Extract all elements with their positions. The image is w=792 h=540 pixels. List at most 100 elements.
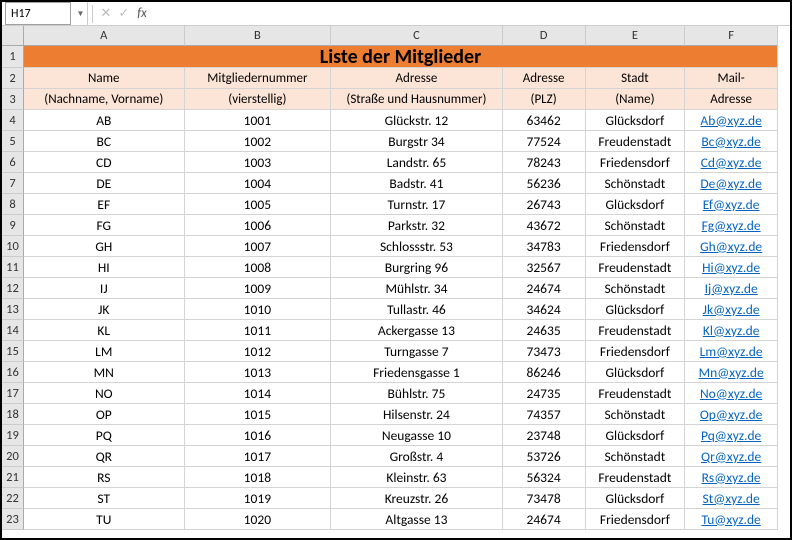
cell-name[interactable]: DE	[24, 173, 185, 194]
cell-plz[interactable]: 34783	[503, 236, 586, 257]
cell-name[interactable]: LM	[24, 341, 185, 362]
column-header[interactable]: B	[185, 26, 332, 46]
cell-number[interactable]: 1003	[185, 152, 332, 173]
cell-name[interactable]: FG	[24, 215, 185, 236]
mail-link[interactable]: St@xyz.de	[703, 490, 760, 507]
cell-number[interactable]: 1004	[185, 173, 332, 194]
cell-address[interactable]: Kreuzstr. 26	[331, 488, 503, 509]
cell-plz[interactable]: 24674	[503, 278, 586, 299]
row-header[interactable]: 13	[2, 299, 24, 320]
cell-number[interactable]: 1011	[185, 320, 332, 341]
mail-link[interactable]: Qr@xyz.de	[701, 448, 761, 465]
cell-number[interactable]: 1009	[185, 278, 332, 299]
cell-city[interactable]: Glücksdorf	[586, 362, 686, 383]
cell-mail[interactable]: Pq@xyz.de	[685, 425, 778, 446]
mail-link[interactable]: Tu@xyz.de	[701, 511, 760, 528]
cell-number[interactable]: 1017	[185, 446, 332, 467]
cell-address[interactable]: Burgstr 34	[331, 131, 503, 152]
cell-name[interactable]: EF	[24, 194, 185, 215]
cell-name[interactable]: JK	[24, 299, 185, 320]
header-cell[interactable]: (Straße und Hausnummer)	[331, 89, 503, 110]
row-header[interactable]: 17	[2, 383, 24, 404]
cell-address[interactable]: Tullastr. 46	[331, 299, 503, 320]
cell-mail[interactable]: Tu@xyz.de	[685, 509, 778, 530]
column-header[interactable]: F	[685, 26, 778, 46]
cell-number[interactable]: 1006	[185, 215, 332, 236]
cell-city[interactable]: Schönstadt	[586, 446, 686, 467]
cell-number[interactable]: 1019	[185, 488, 332, 509]
cell-city[interactable]: Glücksdorf	[586, 110, 686, 131]
cell-mail[interactable]: St@xyz.de	[685, 488, 778, 509]
cell-mail[interactable]: Qr@xyz.de	[685, 446, 778, 467]
cell-plz[interactable]: 24635	[503, 320, 586, 341]
cell-mail[interactable]: No@xyz.de	[685, 383, 778, 404]
cell-plz[interactable]: 24674	[503, 509, 586, 530]
cell-address[interactable]: Glückstr. 12	[331, 110, 503, 131]
cell-city[interactable]: Schönstadt	[586, 278, 686, 299]
mail-link[interactable]: Jk@xyz.de	[703, 301, 760, 318]
mail-link[interactable]: Ab@xyz.de	[700, 112, 761, 129]
mail-link[interactable]: Gh@xyz.de	[700, 238, 762, 255]
row-header[interactable]: 14	[2, 320, 24, 341]
cell-address[interactable]: Burgring 96	[331, 257, 503, 278]
cell-address[interactable]: Altgasse 13	[331, 509, 503, 530]
row-header[interactable]: 22	[2, 488, 24, 509]
cell-number[interactable]: 1001	[185, 110, 332, 131]
cell-address[interactable]: Neugasse 10	[331, 425, 503, 446]
cell-mail[interactable]: Bc@xyz.de	[685, 131, 778, 152]
mail-link[interactable]: Mn@xyz.de	[699, 364, 764, 381]
cell-name[interactable]: KL	[24, 320, 185, 341]
cell-plz[interactable]: 23748	[503, 425, 586, 446]
cell-name[interactable]: IJ	[24, 278, 185, 299]
cell-address[interactable]: Schlossstr. 53	[331, 236, 503, 257]
mail-link[interactable]: Ef@xyz.de	[703, 196, 760, 213]
cell-city[interactable]: Schönstadt	[586, 173, 686, 194]
cell-number[interactable]: 1012	[185, 341, 332, 362]
cell-mail[interactable]: Ab@xyz.de	[685, 110, 778, 131]
cell-plz[interactable]: 77524	[503, 131, 586, 152]
column-header[interactable]: C	[331, 26, 503, 46]
cell-city[interactable]: Freudenstadt	[586, 131, 686, 152]
select-all-corner[interactable]	[2, 26, 24, 46]
cell-address[interactable]: Badstr. 41	[331, 173, 503, 194]
cell-number[interactable]: 1008	[185, 257, 332, 278]
cell-address[interactable]: Turngasse 7	[331, 341, 503, 362]
cell-name[interactable]: PQ	[24, 425, 185, 446]
mail-link[interactable]: No@xyz.de	[700, 385, 762, 402]
cancel-icon[interactable]: ✕	[97, 6, 115, 21]
cell-city[interactable]: Freudenstadt	[586, 383, 686, 404]
cell-mail[interactable]: Mn@xyz.de	[685, 362, 778, 383]
row-header[interactable]: 20	[2, 446, 24, 467]
cell-plz[interactable]: 26743	[503, 194, 586, 215]
cell-address[interactable]: Friedensgasse 1	[331, 362, 503, 383]
cell-number[interactable]: 1014	[185, 383, 332, 404]
row-header[interactable]: 18	[2, 404, 24, 425]
formula-input[interactable]	[151, 2, 790, 25]
row-header[interactable]: 3	[2, 89, 24, 110]
cell-number[interactable]: 1018	[185, 467, 332, 488]
cell-name[interactable]: BC	[24, 131, 185, 152]
mail-link[interactable]: Hi@xyz.de	[702, 259, 760, 276]
header-cell[interactable]: Name	[24, 68, 185, 89]
cell-mail[interactable]: Ef@xyz.de	[685, 194, 778, 215]
header-cell[interactable]: Mail-	[685, 68, 778, 89]
cell-city[interactable]: Glücksdorf	[586, 194, 686, 215]
mail-link[interactable]: Bc@xyz.de	[701, 133, 761, 150]
cell-mail[interactable]: Hi@xyz.de	[685, 257, 778, 278]
cell-address[interactable]: Turnstr. 17	[331, 194, 503, 215]
header-cell[interactable]: (PLZ)	[503, 89, 586, 110]
cell-plz[interactable]: 32567	[503, 257, 586, 278]
cell-number[interactable]: 1013	[185, 362, 332, 383]
cell-number[interactable]: 1005	[185, 194, 332, 215]
cell-name[interactable]: MN	[24, 362, 185, 383]
header-cell[interactable]: (Nachname, Vorname)	[24, 89, 185, 110]
mail-link[interactable]: De@xyz.de	[700, 175, 762, 192]
header-cell[interactable]: Stadt	[586, 68, 686, 89]
cell-city[interactable]: Freudenstadt	[586, 320, 686, 341]
name-box-dropdown-icon[interactable]: ▼	[74, 2, 88, 25]
cell-number[interactable]: 1002	[185, 131, 332, 152]
mail-link[interactable]: Op@xyz.de	[700, 406, 763, 423]
header-cell[interactable]: Mitgliedernummer	[185, 68, 332, 89]
cell-plz[interactable]: 43672	[503, 215, 586, 236]
row-header[interactable]: 23	[2, 509, 24, 530]
